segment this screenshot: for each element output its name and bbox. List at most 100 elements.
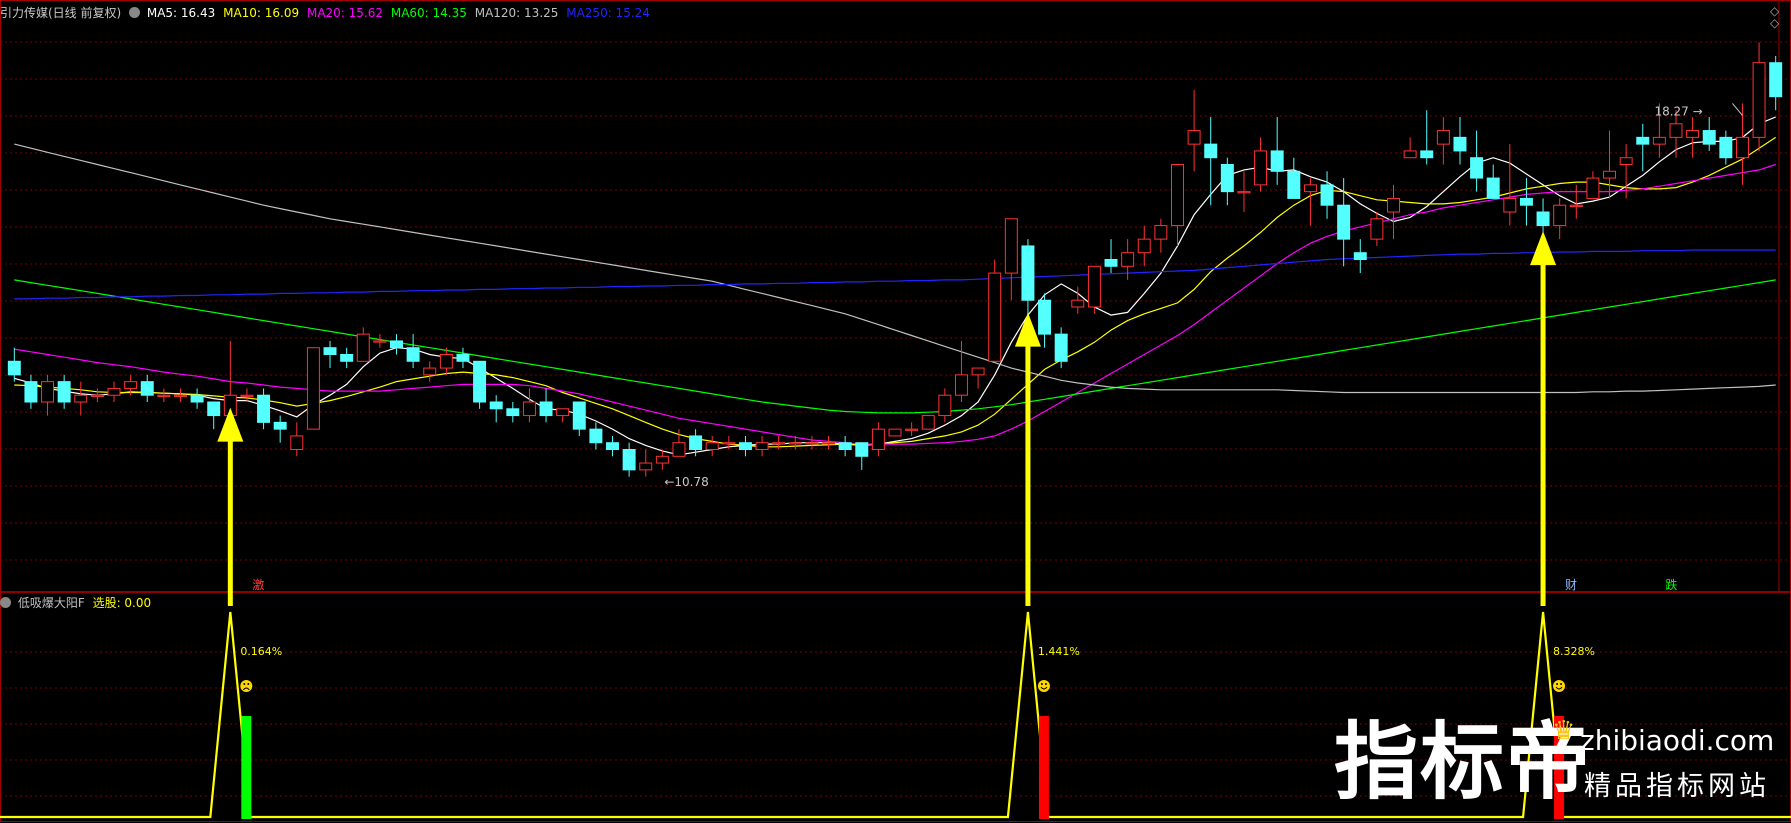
candle-body — [1719, 136, 1733, 159]
candle-body — [672, 442, 686, 457]
candle-body — [738, 442, 752, 451]
candle-body — [1254, 150, 1268, 186]
candle-body — [1021, 245, 1035, 301]
candle-body — [655, 455, 669, 464]
signal-percent-label: 8.328% — [1553, 645, 1595, 658]
face-eye — [1044, 683, 1047, 685]
candle-body — [1121, 252, 1135, 267]
candle-body — [439, 354, 453, 369]
indicator-settings-icon[interactable] — [0, 597, 11, 608]
signal-bar — [1038, 716, 1049, 819]
candle-body — [1104, 259, 1118, 267]
candle-body — [240, 394, 254, 397]
candle-body — [207, 401, 221, 417]
candle-body — [190, 394, 204, 403]
candle-body — [74, 394, 88, 403]
candle-body — [290, 435, 304, 450]
watermark-url: zhibiaodi.com — [1580, 724, 1775, 757]
candle-body — [1470, 157, 1484, 179]
candle-body — [57, 381, 71, 403]
candle-body — [1204, 143, 1218, 159]
candle-body — [1303, 184, 1317, 193]
ma60-label: MA60: 14.35 — [390, 6, 467, 20]
candle-body — [140, 381, 154, 396]
candle-body — [24, 381, 38, 403]
watermark-subtitle: 精品指标网站 — [1584, 771, 1770, 802]
candle-body — [921, 415, 935, 430]
signal-percent-label: 0.164% — [240, 645, 282, 658]
stock-chart[interactable]: 18.27 → ←10.78 激 0.164% 1.441% 财 8.328% 跌 — [0, 0, 1791, 823]
candle-body — [755, 442, 769, 451]
candle-body — [1519, 197, 1533, 206]
signal-bar — [241, 716, 252, 819]
indicator-title: 低吸爆大阳F — [17, 596, 85, 610]
candle-body — [788, 442, 802, 445]
signal-arrow-head — [1530, 231, 1557, 266]
signal-arrow-head — [217, 407, 244, 442]
candle-body — [1087, 265, 1101, 308]
signal-marker-label: 激 — [252, 578, 264, 592]
min-price-label: ←10.78 — [664, 475, 708, 489]
candle-body — [1220, 164, 1234, 193]
happy-face-icon — [1553, 680, 1566, 692]
indicator-legend: 低吸爆大阳F 选股: 0.00 — [0, 594, 151, 611]
stock-title: 引力传媒(日线 前复权) — [0, 6, 122, 20]
ma-line-ma5 — [14, 116, 1776, 456]
ma-line-ma10 — [14, 136, 1777, 448]
candle-body — [539, 401, 553, 417]
candle-body — [124, 381, 138, 389]
face-eye — [1556, 683, 1559, 685]
candle-body — [589, 428, 603, 444]
settings-circle-icon[interactable] — [129, 7, 141, 18]
candle-body — [606, 442, 619, 451]
ma10-label: MA10: 16.09 — [223, 6, 300, 20]
indicator-value: 选股: 0.00 — [92, 596, 152, 610]
candle-body — [1403, 150, 1417, 159]
candle-body — [1769, 62, 1783, 98]
face-eye — [243, 683, 246, 685]
ma120-label: MA120: 13.25 — [474, 6, 559, 20]
candle-body — [954, 374, 968, 396]
candle-body — [506, 408, 520, 417]
candle-body — [1503, 197, 1517, 213]
candle-body — [1569, 204, 1583, 207]
candle-body — [971, 367, 985, 376]
candle-body — [871, 428, 885, 450]
candle-body — [1486, 177, 1500, 199]
sad-face-icon — [240, 680, 253, 692]
ma-line-ma120 — [14, 143, 1776, 394]
candle-body — [1270, 150, 1284, 172]
max-price-pointer — [1732, 103, 1743, 116]
candle-body — [406, 347, 420, 362]
candle-body — [1603, 170, 1617, 179]
candle-body — [705, 442, 719, 451]
ma5-label: MA5: 16.43 — [146, 6, 216, 20]
candle-body — [855, 442, 869, 457]
candle-body — [390, 340, 403, 349]
candle-body — [157, 394, 171, 397]
candle-body — [1553, 204, 1567, 227]
signal-percent-label: 1.441% — [1038, 645, 1080, 658]
candle-body — [805, 442, 819, 445]
candle-body — [1187, 130, 1201, 145]
candle-body — [938, 394, 952, 417]
candle-body — [1137, 238, 1151, 254]
candle-body — [257, 394, 271, 423]
candle-body — [1171, 164, 1184, 227]
candle-body — [988, 272, 1002, 362]
face-eye — [247, 683, 250, 685]
candle-body — [556, 408, 570, 417]
candle-body — [1536, 211, 1550, 227]
candle-body — [639, 462, 653, 471]
candle-body — [107, 387, 121, 396]
candle-body — [1702, 130, 1716, 145]
candle-body — [1337, 204, 1351, 240]
candle-body — [722, 442, 736, 445]
candle-body — [306, 347, 320, 430]
scroll-down-icon[interactable]: ◇ — [1770, 16, 1779, 30]
max-price-label: 18.27 → — [1654, 104, 1702, 118]
candle-body — [1436, 130, 1450, 145]
main-chart-legend: 引力传媒(日线 前复权) MA5: 16.43 MA10: 16.09 MA20… — [0, 4, 654, 22]
candle-body — [1287, 170, 1301, 199]
candle-body — [1004, 218, 1018, 274]
